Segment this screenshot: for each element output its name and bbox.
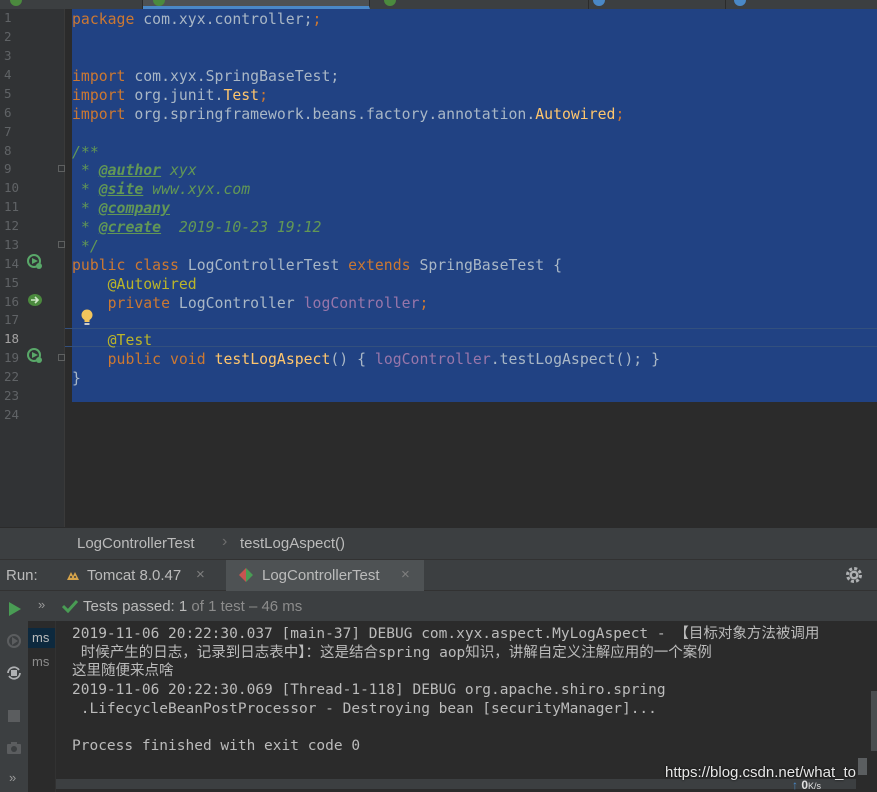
- run-tab-label: Tomcat 8.0.47: [87, 567, 182, 584]
- editor-tab[interactable]: [0, 0, 143, 9]
- file-icon: [153, 0, 165, 6]
- check-icon: [62, 599, 78, 613]
- code-editor[interactable]: package com.xyx.controller;; import com.…: [65, 9, 877, 527]
- line-number: 23: [4, 388, 20, 403]
- file-icon: [10, 0, 22, 6]
- line-number: 6: [4, 105, 12, 120]
- breadcrumb-class[interactable]: LogControllerTest: [77, 535, 195, 552]
- editor-tab[interactable]: [370, 0, 589, 9]
- test-tree-row[interactable]: ms: [32, 652, 49, 672]
- code-line: import com.xyx.SpringBaseTest;: [72, 68, 340, 85]
- line-number: 8: [4, 143, 12, 158]
- console-line: 这里随便来点啥: [72, 663, 174, 679]
- code-line: package com.xyx.controller;;: [72, 11, 322, 28]
- tomcat-icon: [67, 572, 79, 580]
- file-icon: [384, 0, 396, 6]
- run-test-method-icon[interactable]: [27, 348, 43, 364]
- gear-icon[interactable]: [845, 566, 863, 584]
- bean-autowired-icon[interactable]: [27, 292, 43, 308]
- tests-passed-status: Tests passed: 1 of 1 test – 46 ms: [83, 598, 303, 615]
- rerun-failed-icon[interactable]: [5, 632, 23, 650]
- line-number: 14: [4, 256, 20, 271]
- watermark: https://blog.csdn.net/what_to: [665, 764, 856, 781]
- file-icon: [593, 0, 605, 6]
- stop-icon[interactable]: [5, 707, 23, 725]
- line-number: 1: [4, 10, 12, 25]
- editor-tab-strip: [0, 0, 877, 9]
- breadcrumb-method[interactable]: testLogAspect(): [240, 535, 345, 552]
- test-results-bar: » Tests passed: 1 of 1 test – 46 ms: [28, 591, 877, 621]
- editor-gutter: 1 2 3 4 5 6 7 8 9 10 11 12 13 14 15 16 1…: [0, 9, 65, 527]
- run-side-toolbar: »: [0, 591, 29, 792]
- vertical-scrollbar-thumb[interactable]: [858, 758, 867, 775]
- line-number: 5: [4, 86, 12, 101]
- fold-marker[interactable]: [58, 165, 65, 172]
- code-line: /**: [72, 144, 99, 161]
- run-tab-logcontrollertest[interactable]: LogControllerTest ×: [226, 560, 424, 591]
- line-number-current: 18: [4, 331, 20, 346]
- rerun-icon[interactable]: [5, 600, 23, 618]
- close-icon[interactable]: ×: [196, 566, 205, 583]
- line-number: 17: [4, 312, 20, 327]
- code-line: public void testLogAspect() { logControl…: [72, 351, 660, 368]
- run-toolbar: Run: Tomcat 8.0.47 × LogControllerTest ×: [0, 559, 877, 591]
- run-tab-tomcat[interactable]: Tomcat 8.0.47 ×: [56, 560, 224, 591]
- run-test-class-icon[interactable]: [27, 254, 43, 270]
- line-number: 19: [4, 350, 20, 365]
- caret-line: [65, 328, 877, 347]
- network-speed: ↑ 0K/s: [792, 778, 822, 792]
- run-label: Run:: [6, 567, 38, 584]
- code-line: import org.springframework.beans.factory…: [72, 106, 625, 123]
- console-line: 2019-11-06 20:22:30.069 [Thread-1-118] D…: [72, 682, 666, 698]
- code-line: }: [72, 370, 81, 387]
- code-line: * @create 2019-10-23 19:12: [72, 219, 322, 236]
- breadcrumb-separator: ›: [222, 533, 228, 550]
- editor-tab-active[interactable]: [143, 0, 370, 9]
- more-tools-icon[interactable]: »: [9, 770, 16, 785]
- code-line: public class LogControllerTest extends S…: [72, 257, 562, 274]
- line-number: 7: [4, 124, 12, 139]
- code-line: private LogController logController;: [72, 295, 429, 312]
- code-line: * @company: [72, 200, 171, 217]
- line-number: 22: [4, 369, 20, 384]
- console-line: Process finished with exit code 0: [72, 738, 361, 754]
- breadcrumb: LogControllerTest › testLogAspect(): [0, 527, 877, 559]
- editor-tab[interactable]: [726, 0, 877, 9]
- toggle-auto-test-icon[interactable]: [5, 664, 23, 682]
- console-line: 2019-11-06 20:22:30.037 [main-37] DEBUG …: [72, 626, 820, 642]
- lightbulb-icon[interactable]: [80, 309, 94, 327]
- line-number: 13: [4, 237, 20, 252]
- console-line: 时候产生的日志，记录到日志表中】：这是结合spring aop知识，讲解自定义注…: [72, 644, 712, 661]
- file-icon: [734, 0, 746, 6]
- line-number: 24: [4, 407, 20, 422]
- close-icon[interactable]: ×: [401, 566, 410, 583]
- code-line: */: [72, 238, 99, 255]
- code-line: import org.junit.Test;: [72, 87, 269, 104]
- test-tree-row[interactable]: ms: [28, 628, 55, 648]
- camera-icon[interactable]: [5, 739, 23, 757]
- console-line: .LifecycleBeanPostProcessor - Destroying…: [72, 700, 657, 717]
- test-tree: ms ms: [28, 621, 56, 792]
- fold-marker[interactable]: [58, 241, 65, 248]
- line-number: 9: [4, 161, 12, 176]
- line-number: 10: [4, 180, 20, 195]
- line-number: 16: [4, 294, 20, 309]
- code-line: @Autowired: [72, 276, 197, 293]
- code-line: * @site www.xyx.com: [72, 181, 251, 198]
- line-number: 15: [4, 275, 20, 290]
- line-number: 4: [4, 67, 12, 82]
- code-line: @Test: [72, 332, 153, 349]
- editor-tab[interactable]: [589, 0, 726, 9]
- expand-icon[interactable]: »: [38, 597, 45, 612]
- line-number: 12: [4, 218, 20, 233]
- line-number: 3: [4, 48, 12, 63]
- line-number: 11: [4, 199, 20, 214]
- code-line: * @author xyx: [72, 162, 197, 179]
- run-tab-label: LogControllerTest: [262, 567, 380, 584]
- line-number: 2: [4, 29, 12, 44]
- right-scrollbar[interactable]: [871, 691, 877, 751]
- junit-icon: [239, 568, 253, 582]
- fold-marker[interactable]: [58, 354, 65, 361]
